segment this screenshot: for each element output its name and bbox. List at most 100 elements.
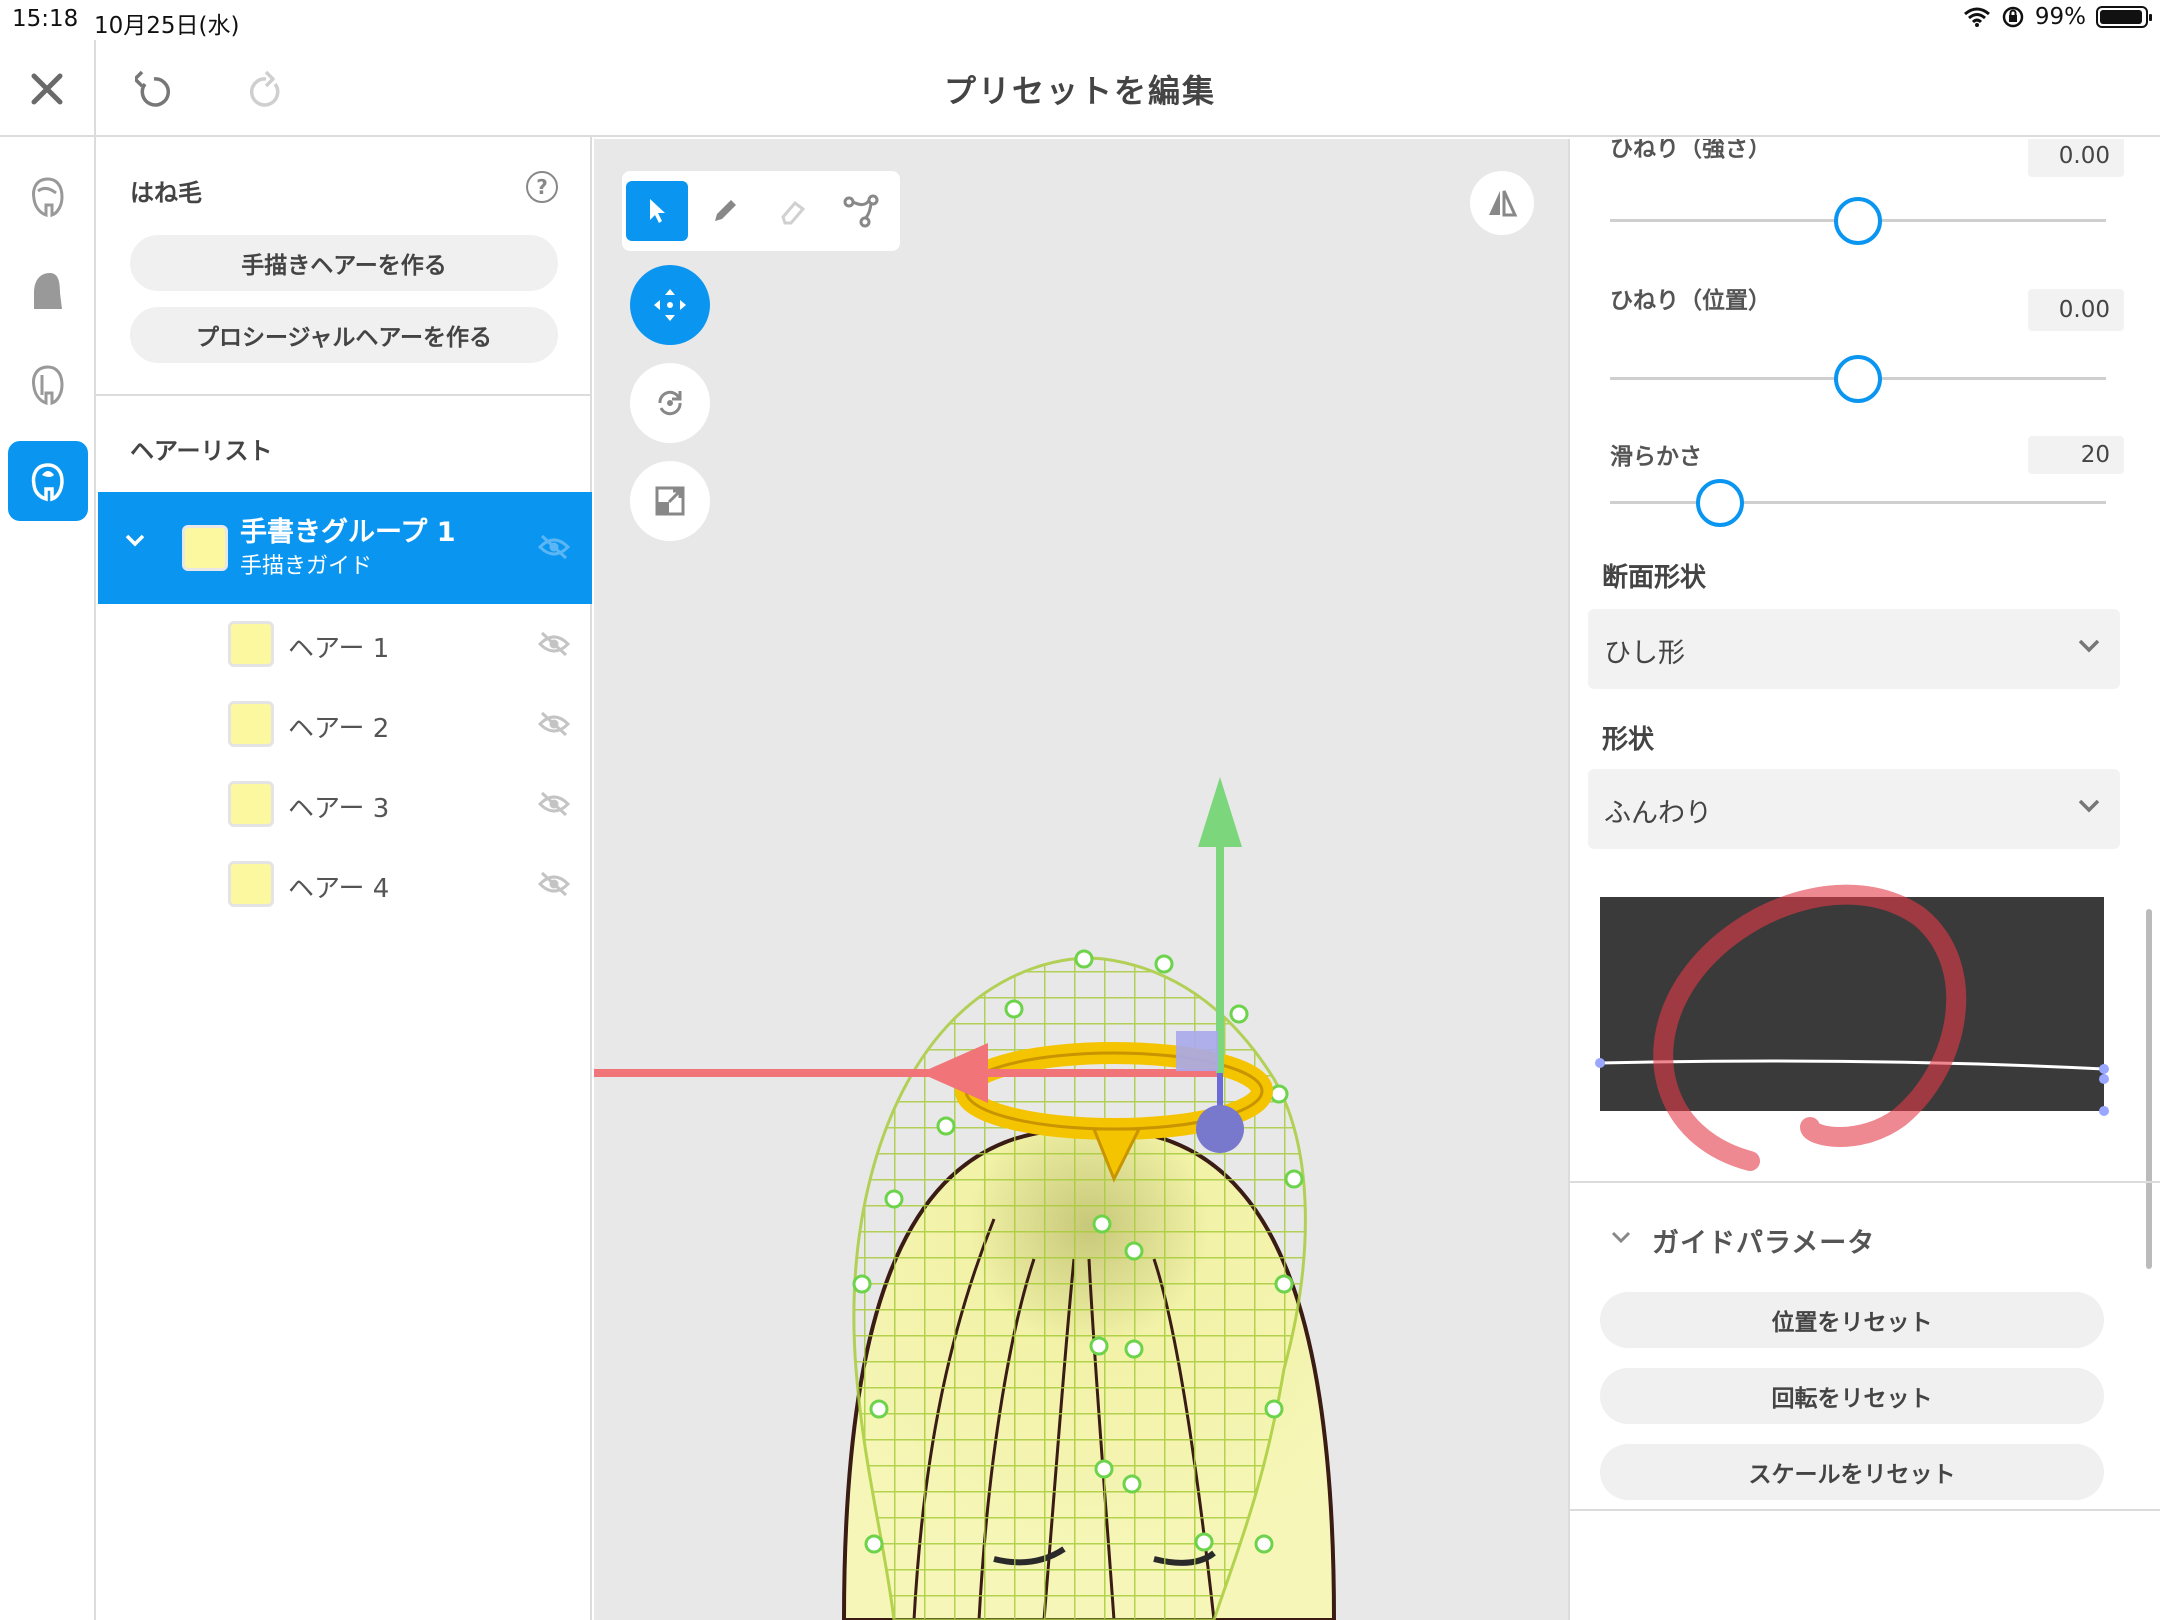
eye-hidden-icon xyxy=(537,534,571,560)
twist-strength-value[interactable]: 0.00 xyxy=(2028,139,2124,177)
move-arrows-icon xyxy=(654,289,686,321)
rail-back-hair[interactable] xyxy=(8,251,88,331)
shape-title: 形状 xyxy=(1602,725,1655,755)
scale-icon xyxy=(655,486,685,516)
eye-hidden-icon xyxy=(537,791,571,817)
mirror-icon xyxy=(1489,190,1518,217)
rail-ahoge[interactable] xyxy=(8,441,88,521)
3d-viewport[interactable] xyxy=(594,139,1568,1620)
page-title: プリセットを編集 xyxy=(943,72,1216,110)
redo-button[interactable] xyxy=(236,60,296,120)
cursor-arrow-icon xyxy=(650,199,665,223)
status-date: 10月25日(水) xyxy=(94,13,240,39)
pen-tool[interactable] xyxy=(694,181,756,241)
shape-selected: ふんわり xyxy=(1604,798,1712,829)
reset-scale-button[interactable]: スケールをリセット xyxy=(1600,1444,2104,1500)
guide-parameters-title[interactable]: ガイドパラメータ xyxy=(1652,1221,1875,1260)
slider-thumb[interactable] xyxy=(1834,197,1882,245)
hair-model-scene[interactable] xyxy=(594,139,1568,1620)
hair-panel: はね毛 ? 手描きヘアーを作る プロシージャルヘアーを作る ヘアーリスト 手書き… xyxy=(96,137,592,1620)
hair-visibility-toggle[interactable] xyxy=(536,709,572,739)
help-icon[interactable]: ? xyxy=(526,171,558,203)
shape-curve-editor[interactable] xyxy=(1595,884,2109,1171)
group-title: 手書きグループ 1 xyxy=(240,517,456,548)
status-bar: 15:18 10月25日(水) 99% xyxy=(0,0,2160,40)
twist-position-value[interactable]: 0.00 xyxy=(2028,289,2124,331)
reset-position-button[interactable]: 位置をリセット xyxy=(1600,1292,2104,1348)
chevron-down-icon[interactable] xyxy=(1610,1229,1632,1245)
gizmo-plane-handle[interactable] xyxy=(1176,1031,1218,1071)
shape-select[interactable]: ふんわり xyxy=(1588,769,2120,849)
hair-group-row[interactable]: 手書きグループ 1 手描きガイド xyxy=(98,492,592,604)
ahoge-icon xyxy=(31,463,64,502)
rail-front-hair[interactable] xyxy=(8,157,88,237)
category-rail xyxy=(0,137,96,1620)
rotate-mode-button[interactable] xyxy=(630,363,710,443)
eye-hidden-icon xyxy=(537,711,571,737)
curve-point[interactable] xyxy=(1595,1058,1605,1068)
reset-rotation-button[interactable]: 回転をリセット xyxy=(1600,1368,2104,1424)
hair-color-swatch[interactable] xyxy=(228,781,274,827)
hair-color-swatch[interactable] xyxy=(228,701,274,747)
group-color-swatch[interactable] xyxy=(182,525,228,571)
hair-color-swatch[interactable] xyxy=(228,861,274,907)
hair-list-title: ヘアーリスト xyxy=(130,437,273,465)
wifi-icon xyxy=(1963,7,1990,27)
select-tool[interactable] xyxy=(626,181,688,241)
smoothness-value[interactable]: 20 xyxy=(2028,436,2124,474)
move-mode-button[interactable] xyxy=(630,265,710,345)
battery-percent: 99% xyxy=(2034,4,2086,30)
redo-icon xyxy=(249,70,280,107)
hair-color-swatch[interactable] xyxy=(228,621,274,667)
group-visibility-toggle[interactable] xyxy=(536,532,572,562)
hair-item-label: ヘアー 2 xyxy=(288,714,390,744)
chevron-down-icon xyxy=(2078,799,2100,813)
twist-strength-slider[interactable] xyxy=(1610,197,2106,245)
side-hair-icon xyxy=(32,365,64,406)
hair-visibility-toggle[interactable] xyxy=(536,869,572,899)
slider-track xyxy=(1610,501,2106,504)
close-button[interactable] xyxy=(0,40,96,137)
category-title: はね毛 xyxy=(130,179,202,207)
divider xyxy=(96,394,590,396)
create-procedural-hair-button[interactable]: プロシージャルヘアーを作る xyxy=(130,307,558,363)
eraser-tool[interactable] xyxy=(762,181,824,241)
properties-panel: ひねり（強さ） 0.00 ひねり（位置） 0.00 滑らかさ 20 断面形状 ひ… xyxy=(1568,139,2160,1620)
chevron-down-icon[interactable] xyxy=(124,532,146,548)
undo-button[interactable] xyxy=(124,60,184,120)
curve-handle[interactable] xyxy=(2099,1074,2109,1084)
slider-thumb[interactable] xyxy=(1834,355,1882,403)
front-hair-icon xyxy=(32,177,64,218)
app-root: 15:18 10月25日(水) 99% プリセットを編集 はね毛 ? 手描きヘア… xyxy=(0,0,2160,1620)
panel-scrollbar[interactable] xyxy=(2146,909,2152,1269)
close-icon xyxy=(31,73,63,104)
hair-visibility-toggle[interactable] xyxy=(536,789,572,819)
gizmo-center-handle[interactable] xyxy=(1196,1105,1244,1153)
hair-list-item-1[interactable]: ヘアー 1 xyxy=(98,604,592,684)
hair-list-item-4[interactable]: ヘアー 4 xyxy=(98,844,592,924)
gizmo-y-arrow[interactable] xyxy=(1198,777,1242,847)
twist-position-label: ひねり（位置） xyxy=(1610,288,1771,314)
hair-list-item-3[interactable]: ヘアー 3 xyxy=(98,764,592,844)
edit-tool-group xyxy=(622,171,900,251)
curve-point[interactable] xyxy=(2099,1064,2109,1074)
twist-position-slider[interactable] xyxy=(1610,355,2106,403)
eraser-icon xyxy=(781,200,806,225)
smoothness-slider[interactable] xyxy=(1610,479,2106,527)
red-annotation-circle xyxy=(1653,884,1967,1171)
cross-section-select[interactable]: ひし形 xyxy=(1588,609,2120,689)
hair-list-item-2[interactable]: ヘアー 2 xyxy=(98,684,592,764)
scale-mode-button[interactable] xyxy=(630,461,710,541)
path-tool[interactable] xyxy=(830,181,892,241)
slider-thumb[interactable] xyxy=(1696,479,1744,527)
rail-side-hair[interactable] xyxy=(8,345,88,425)
chevron-down-icon xyxy=(2078,639,2100,653)
mirror-toggle[interactable] xyxy=(1470,171,1534,235)
hair-visibility-toggle[interactable] xyxy=(536,629,572,659)
status-right: 99% xyxy=(1963,4,2152,30)
create-hand-drawn-hair-button[interactable]: 手描きヘアーを作る xyxy=(130,235,558,291)
curve-graph[interactable] xyxy=(1595,884,2109,1171)
group-subtitle: 手描きガイド xyxy=(240,554,373,579)
curve-handle[interactable] xyxy=(2099,1106,2109,1116)
pencil-icon xyxy=(715,200,736,221)
